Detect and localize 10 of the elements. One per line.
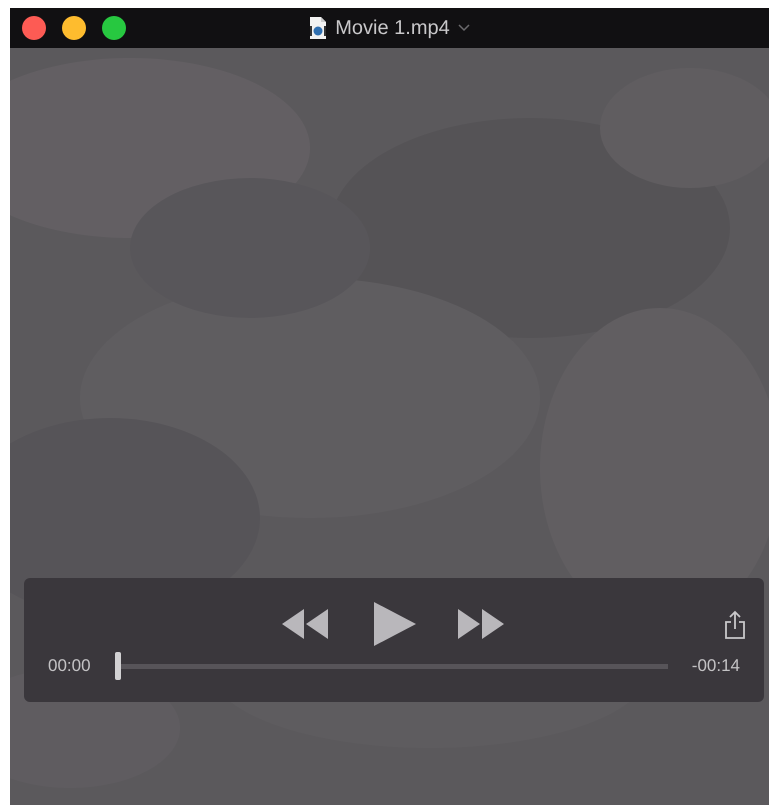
window-title: Movie 1.mp4 xyxy=(335,16,450,41)
playhead-handle[interactable] xyxy=(114,652,121,680)
elapsed-time: 00:00 xyxy=(48,655,91,678)
chevron-down-icon[interactable] xyxy=(458,24,470,32)
movie-file-icon xyxy=(309,16,328,40)
share-button[interactable] xyxy=(724,610,746,640)
minimize-button[interactable] xyxy=(62,16,86,40)
close-button[interactable] xyxy=(22,16,46,40)
remaining-time: -00:14 xyxy=(692,655,740,678)
zoom-button[interactable] xyxy=(102,16,126,40)
